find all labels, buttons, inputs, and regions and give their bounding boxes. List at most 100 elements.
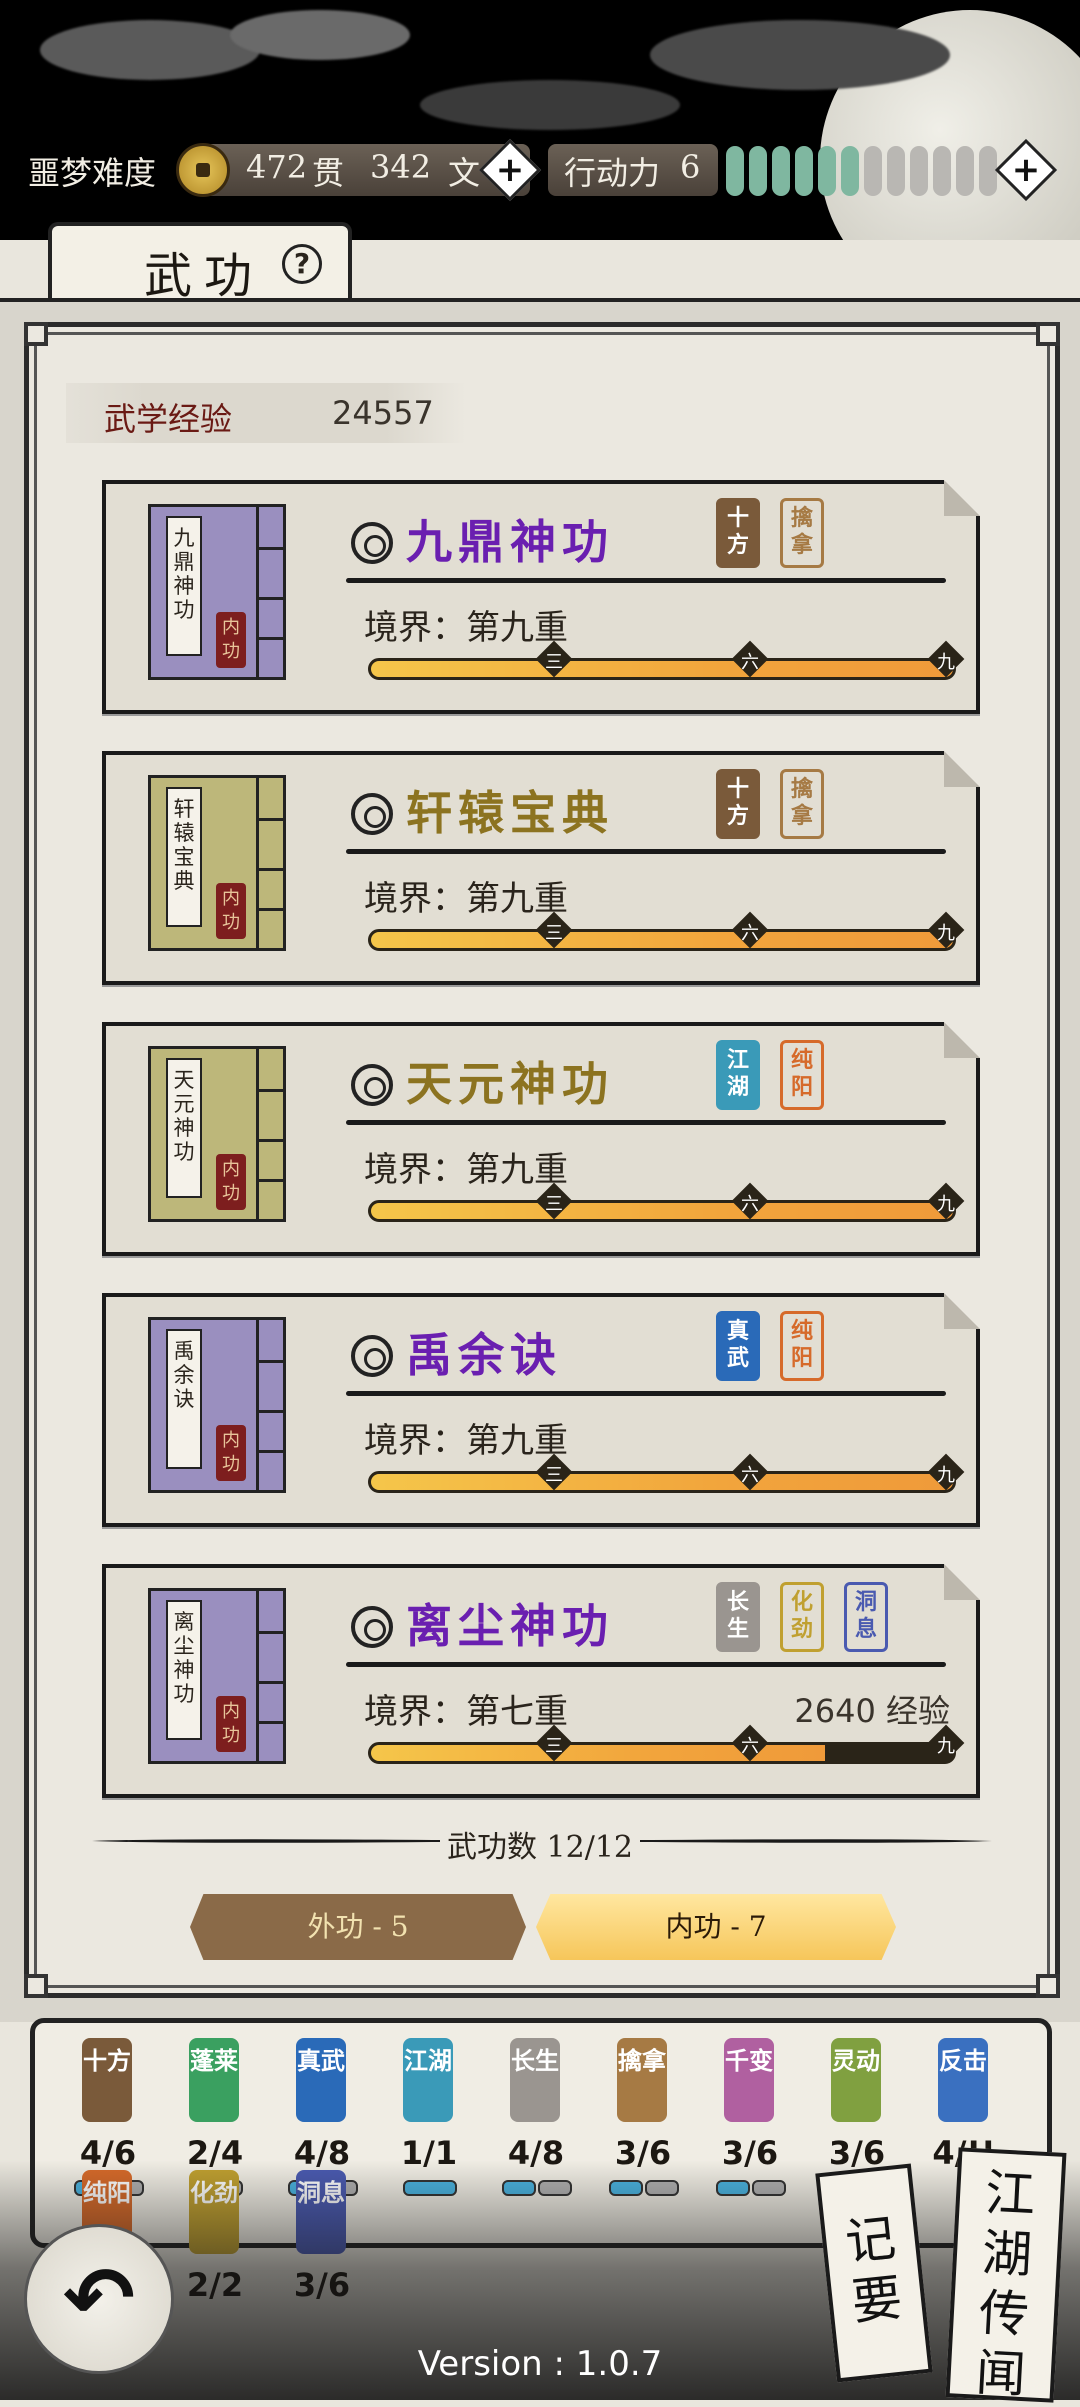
school-stamp: 江湖 <box>716 1040 760 1110</box>
help-icon[interactable]: ? <box>282 244 322 284</box>
stamina-segment <box>749 146 767 196</box>
cloud-decoration <box>420 80 680 130</box>
add-stamina-button[interactable]: + <box>994 138 1058 202</box>
wen-amount: 342 <box>370 148 432 186</box>
card-fold <box>944 751 980 787</box>
stamina-segment <box>864 146 882 196</box>
skill-card[interactable]: 离尘神功 内功 离尘神功 长生 化劲 洞息 境界：第七重 2640 经验三六九 <box>102 1564 980 1798</box>
difficulty-label: 噩梦难度 <box>28 154 157 192</box>
book-title: 禹余诀 <box>166 1329 202 1469</box>
skill-card[interactable]: 禹余诀 内功 禹余诀 真武 纯阳 境界：第九重三六九 <box>102 1293 980 1527</box>
book-spine <box>256 1046 286 1222</box>
skill-name: 离尘神功 <box>406 1599 614 1653</box>
frame-corner <box>24 322 48 346</box>
skill-type-icon <box>351 1064 393 1106</box>
realm-progress-bar <box>368 658 956 680</box>
title-divider <box>346 1120 946 1125</box>
skill-card[interactable]: 天元神功 内功 天元神功 江湖 纯阳 境界：第九重三六九 <box>102 1022 980 1256</box>
school-stamp-icon: 蓬莱 <box>189 2038 239 2122</box>
skill-book-icon: 离尘神功 内功 <box>148 1588 286 1764</box>
title-divider <box>346 849 946 854</box>
realm-level: 境界：第九重 <box>364 608 568 648</box>
progress-marker-label: 九 <box>937 923 955 944</box>
book-type-tag: 内功 <box>216 612 246 668</box>
realm-progress-bar <box>368 1742 956 1764</box>
realm-level: 境界：第九重 <box>364 1150 568 1190</box>
skill-card[interactable]: 九鼎神功 内功 九鼎神功 十方 擒拿 境界：第九重三六九 <box>102 480 980 714</box>
martial-arts-tab[interactable]: 武功 ? <box>48 222 352 304</box>
stamina-segment <box>841 146 859 196</box>
school-stamp-icon: 江湖 <box>403 2038 453 2122</box>
card-fold <box>944 480 980 516</box>
book-type-tag: 内功 <box>216 1425 246 1481</box>
progress-marker-label: 六 <box>741 652 759 673</box>
school-stamp: 化劲 <box>780 1582 824 1652</box>
realm-progress-bar <box>368 1471 956 1493</box>
progress-fill <box>371 1203 953 1219</box>
skill-book-icon: 禹余诀 内功 <box>148 1317 286 1493</box>
skill-count: 武功数 12/12 <box>440 1822 640 1866</box>
progress-fill <box>371 1474 953 1490</box>
realm-progress-bar <box>368 1200 956 1222</box>
realm-progress-bar <box>368 929 956 951</box>
back-arrow-icon[interactable]: ↶ <box>24 2224 174 2374</box>
stamina-segment <box>818 146 836 196</box>
school-stamp-icon: 灵动 <box>831 2038 881 2122</box>
outer-skills-button[interactable]: 外功 - 5 <box>190 1894 526 1960</box>
book-spine <box>256 504 286 680</box>
skill-type-icon <box>351 793 393 835</box>
book-type-tag: 内功 <box>216 1154 246 1210</box>
skill-book-icon: 天元神功 内功 <box>148 1046 286 1222</box>
school-stamp-icon: 千变 <box>724 2038 774 2122</box>
skill-type-icon <box>351 522 393 564</box>
realm-level: 境界：第七重 <box>364 1692 568 1732</box>
tab-title: 武功 <box>144 248 265 304</box>
progress-marker-label: 六 <box>741 1736 759 1757</box>
title-divider <box>346 1391 946 1396</box>
coin-icon <box>176 143 230 197</box>
plus-icon: + <box>495 150 525 190</box>
frame-corner <box>24 1974 48 1998</box>
stamina-segment <box>772 146 790 196</box>
title-divider <box>346 1662 946 1667</box>
cloud-decoration <box>230 10 410 60</box>
progress-marker-label: 六 <box>741 923 759 944</box>
school-stamp-icon: 长生 <box>510 2038 560 2122</box>
card-fold <box>944 1564 980 1600</box>
school-stamp: 真武 <box>716 1311 760 1381</box>
school-stamp: 十方 <box>716 498 760 568</box>
book-title: 天元神功 <box>166 1058 202 1198</box>
school-stamp-icon: 真武 <box>296 2038 346 2122</box>
school-stamp-icon: 反击 <box>938 2038 988 2122</box>
book-spine <box>256 775 286 951</box>
book-title: 九鼎神功 <box>166 516 202 656</box>
version-label: Version : 1.0.7 <box>417 2344 663 2384</box>
stamina-segment <box>933 146 951 196</box>
inner-skills-button[interactable]: 内功 - 7 <box>536 1894 896 1960</box>
realm-level: 境界：第九重 <box>364 1421 568 1461</box>
rumors-button[interactable]: 江湖传闻 <box>945 2147 1067 2404</box>
card-fold <box>944 1293 980 1329</box>
stamina-label: 行动力 <box>564 154 661 192</box>
skill-book-icon: 轩辕宝典 内功 <box>148 775 286 951</box>
cloud-decoration <box>650 20 950 90</box>
experience-value: 24557 <box>332 394 434 432</box>
skill-type-icon <box>351 1335 393 1377</box>
school-stamp: 擒拿 <box>780 498 824 568</box>
frame-corner <box>1036 322 1060 346</box>
skill-name: 九鼎神功 <box>406 515 614 569</box>
school-stamp-icon: 十方 <box>82 2038 132 2122</box>
skill-card[interactable]: 轩辕宝典 内功 轩辕宝典 十方 擒拿 境界：第九重三六九 <box>102 751 980 985</box>
school-stamp: 长生 <box>716 1582 760 1652</box>
skill-name: 轩辕宝典 <box>406 786 614 840</box>
notes-label: 记要 <box>842 2208 905 2332</box>
plus-icon: + <box>1011 150 1041 190</box>
stamina-value: 6 <box>680 148 701 186</box>
book-type-tag: 内功 <box>216 883 246 939</box>
book-title: 离尘神功 <box>166 1600 202 1740</box>
school-stamp: 擒拿 <box>780 769 824 839</box>
rumors-label: 江湖传闻 <box>974 2163 1037 2405</box>
progress-marker-label: 九 <box>937 1194 955 1215</box>
skill-exp: 2640 经验 <box>794 1692 950 1730</box>
progress-marker-label: 三 <box>545 1736 563 1757</box>
